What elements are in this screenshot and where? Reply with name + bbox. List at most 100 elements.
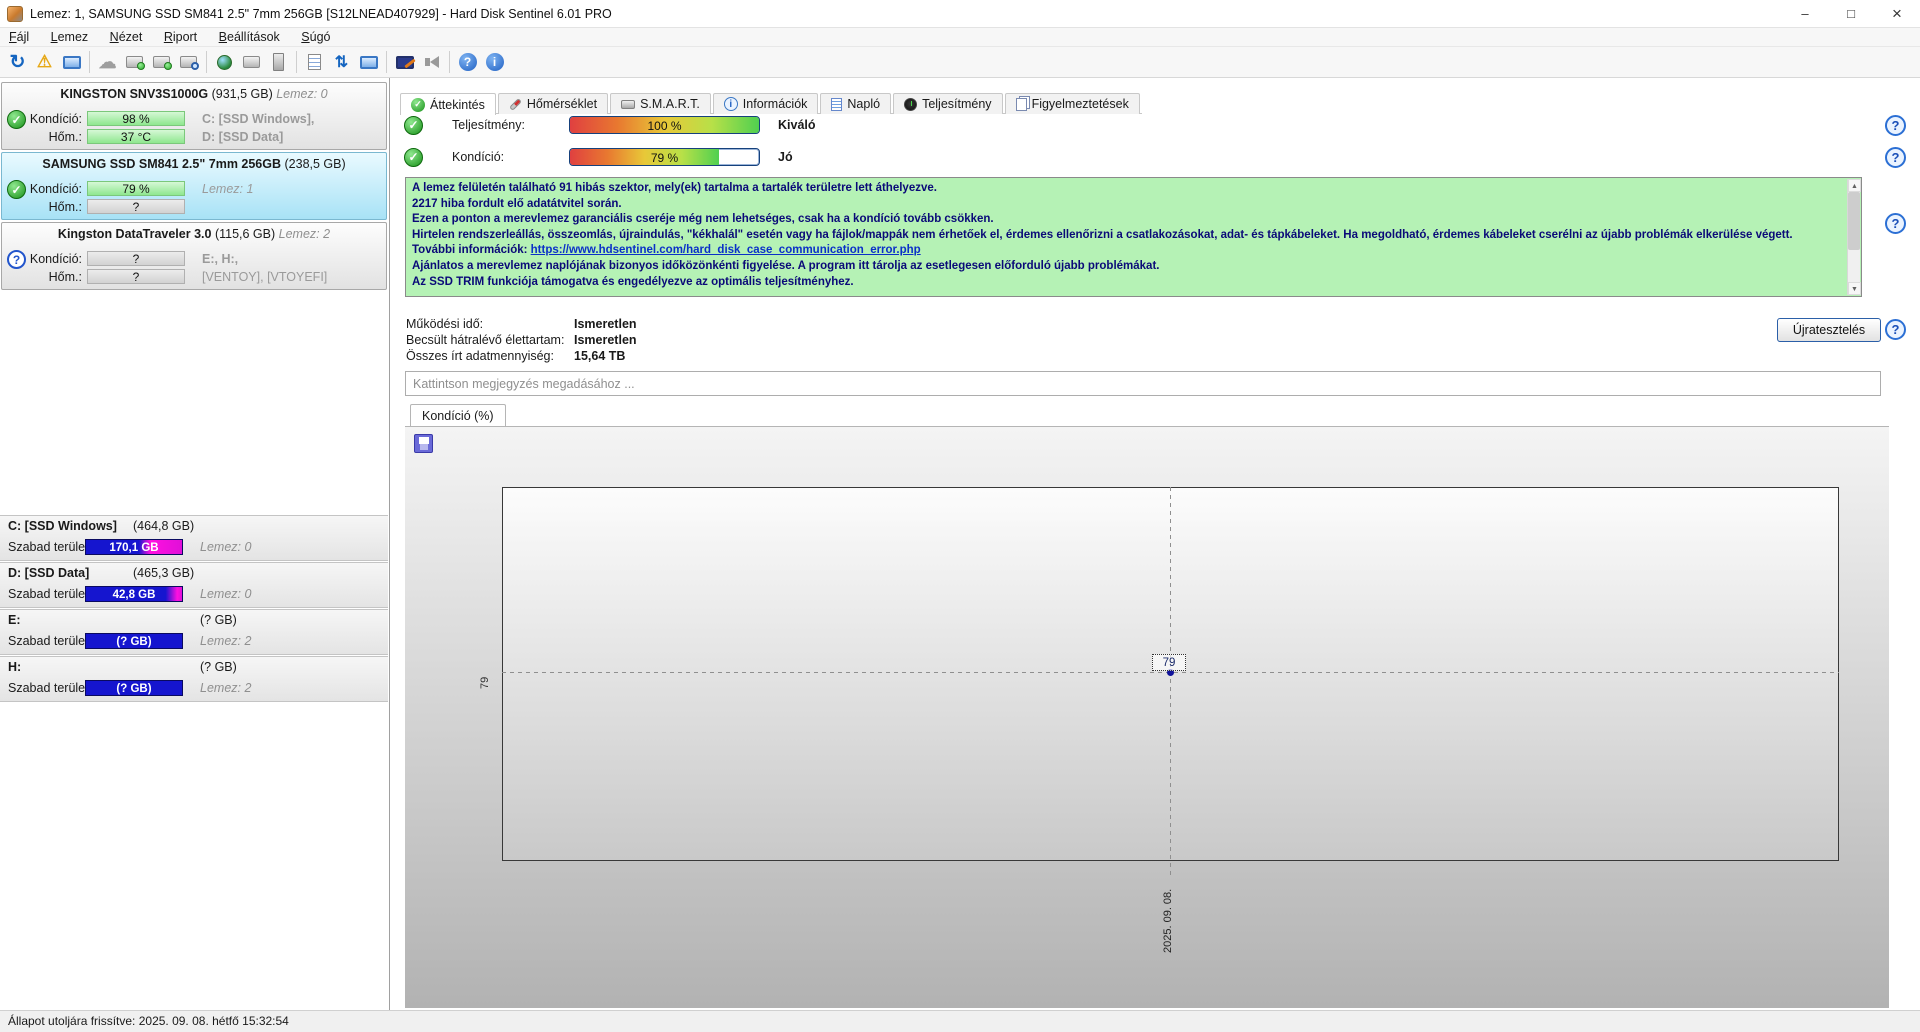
menu-file[interactable]: Fájl (0, 28, 38, 47)
minimize-button[interactable] (1782, 0, 1828, 28)
partition-entry-h[interactable]: H: (? GB) Szabad terület (? GB) Lemez: 2 (0, 656, 388, 702)
maximize-button[interactable] (1828, 0, 1874, 28)
scrollbar-thumb[interactable] (1848, 192, 1860, 250)
menu-report[interactable]: Riport (155, 28, 206, 47)
disk-accept-icon[interactable] (121, 49, 148, 75)
disk-number: Lemez: 2 (278, 227, 331, 241)
chart-gridline-vertical (1170, 487, 1171, 876)
menu-help[interactable]: Súgó (292, 28, 339, 47)
disk-number: Lemez: 0 (200, 587, 252, 601)
disk-name: SAMSUNG SSD SM841 2.5" 7mm 256GB (42, 157, 282, 171)
condition-label: Kondíció: (29, 252, 82, 266)
disk-number: Lemez: 2 (200, 681, 252, 695)
temperature-label: Hőm.: (48, 270, 82, 284)
temperature-label: Hőm.: (48, 130, 82, 144)
desktop-edit-icon[interactable] (391, 49, 418, 75)
performance-rating: Kiváló (778, 118, 816, 132)
removable-disk-icon[interactable] (238, 49, 265, 75)
performance-value: 100 % (647, 119, 682, 133)
partition-entry-c[interactable]: C: [SSD Windows] (464,8 GB) Szabad terül… (0, 515, 388, 561)
disk-offline-icon[interactable]: ☁ (94, 49, 121, 75)
total-written-row: Összes írt adatmennyiség: 15,64 TB (406, 349, 626, 363)
note-line: 2217 hiba fordult elő adatátvitel során. (412, 197, 622, 210)
performance-bar: 100 % (569, 116, 760, 134)
partition-entry-d[interactable]: D: [SSD Data] (465,3 GB) Szabad terület … (0, 562, 388, 608)
disk-monitor-icon[interactable] (58, 49, 85, 75)
window-title: Lemez: 1, SAMSUNG SSD SM841 2.5" 7mm 256… (30, 7, 612, 21)
report-icon[interactable] (301, 49, 328, 75)
partition-size: (? GB) (200, 660, 237, 674)
pages-icon (1015, 97, 1027, 111)
history-chart-panel: Kondíció (%) 79 79 2025. 09. 08. (405, 404, 1889, 1008)
menu-settings[interactable]: Beállítások (210, 28, 289, 47)
tab-log[interactable]: Napló (820, 93, 892, 114)
server-icon[interactable] (265, 49, 292, 75)
menu-view[interactable]: Nézet (101, 28, 152, 47)
refresh-icon[interactable]: ↻ (4, 49, 31, 75)
main-panel: Áttekintés Hőmérséklet S.M.A.R.T. Inform… (390, 78, 1920, 1010)
partition-name: D: [SSD Data] (8, 566, 90, 580)
temperature-bar: 37 °C (87, 129, 185, 144)
info-icon[interactable]: i (481, 49, 508, 75)
save-icon[interactable] (414, 434, 433, 453)
temperature-label: Hőm.: (48, 200, 82, 214)
disk-entry-samsung-ssd[interactable]: SAMSUNG SSD SM841 2.5" 7mm 256GB (238,5 … (1, 152, 387, 220)
menubar: Fájl Lemez Nézet Riport Beállítások Súgó (0, 28, 1920, 47)
menu-disk[interactable]: Lemez (42, 28, 98, 47)
note-line: Hirtelen rendszerleállás, összeomlás, új… (412, 228, 1793, 241)
chart-tab-condition[interactable]: Kondíció (%) (410, 404, 506, 426)
temperature-bar: ? (87, 269, 185, 284)
web-status-icon[interactable] (355, 49, 382, 75)
disk-entry-kingston-usb[interactable]: Kingston DataTraveler 3.0 (115,6 GB) Lem… (1, 222, 387, 290)
tab-alerts[interactable]: Figyelmeztetések (1004, 93, 1140, 114)
partition-letters: C: [SSD Windows], (202, 112, 315, 126)
retest-button[interactable]: Újratesztelés (1777, 318, 1881, 342)
disk-size: (115,6 GB) (214, 227, 276, 241)
status-text: Állapot utoljára frissítve: 2025. 09. 08… (8, 1014, 289, 1028)
scroll-down-icon[interactable]: ▼ (1848, 282, 1861, 295)
sound-icon[interactable] (418, 49, 445, 75)
note-line-link: További információk: https://www.hdsenti… (412, 244, 921, 257)
disk-warning-icon[interactable]: ⚠ (31, 49, 58, 75)
lifetime-row: Becsült hátralévő élettartam: Ismeretlen (406, 333, 637, 347)
notes-scrollbar[interactable]: ▲ ▼ (1847, 179, 1861, 295)
sync-icon[interactable]: ⇅ (328, 49, 355, 75)
partition-entry-e[interactable]: E: (? GB) Szabad terület (? GB) Lemez: 2 (0, 609, 388, 655)
note-line: Ajánlatos a merevlemez naplójának bizony… (412, 259, 1160, 272)
scroll-up-icon[interactable]: ▲ (1848, 179, 1861, 192)
tab-information[interactable]: Információk (712, 93, 819, 114)
condition-bar: ? (87, 251, 185, 266)
free-space-bar: (? GB) (85, 680, 183, 696)
disk-entry-kingston-ssd[interactable]: KINGSTON SNV3S1000G (931,5 GB) Lemez: 0 … (1, 82, 387, 150)
note-line: A lemez felületén található 91 hibás sze… (412, 182, 937, 194)
close-button[interactable] (1874, 0, 1920, 28)
help-icon[interactable]: ? (454, 49, 481, 75)
network-disk-icon[interactable] (211, 49, 238, 75)
tab-overview[interactable]: Áttekintés (400, 93, 496, 115)
tab-performance[interactable]: Teljesítmény (893, 93, 1003, 114)
disk-icon (621, 99, 636, 109)
note-line: Az SSD TRIM funkciója támogatva és enged… (412, 275, 854, 288)
disk-number: Lemez: 0 (200, 540, 252, 554)
tab-smart[interactable]: S.M.A.R.T. (610, 93, 711, 114)
partition-letters: E:, H:, (202, 252, 239, 266)
help-icon[interactable]: ? (1885, 147, 1906, 168)
disk-test-icon[interactable] (148, 49, 175, 75)
ok-icon: ✓ (404, 115, 423, 135)
thermometer-icon (509, 97, 522, 111)
comment-input[interactable] (405, 371, 1881, 396)
help-icon[interactable]: ? (1885, 319, 1906, 340)
disk-number: Lemez: 2 (200, 634, 252, 648)
condition-bar: 98 % (87, 111, 185, 126)
condition-row: ✓ Kondíció: 79 % Jó (404, 147, 793, 167)
disk-size: (238,5 GB) (284, 157, 346, 171)
free-space-label: Szabad terület (8, 540, 89, 554)
partition-name: C: [SSD Windows] (8, 519, 117, 533)
disk-number: Lemez: 0 (276, 87, 328, 101)
help-icon[interactable]: ? (1885, 213, 1906, 234)
help-icon[interactable]: ? (1885, 115, 1906, 136)
info-link[interactable]: https://www.hdsentinel.com/hard_disk_cas… (531, 244, 921, 256)
disk-search-icon[interactable] (175, 49, 202, 75)
condition-bar: 79 % (87, 181, 185, 196)
tab-temperature[interactable]: Hőmérséklet (497, 93, 609, 114)
